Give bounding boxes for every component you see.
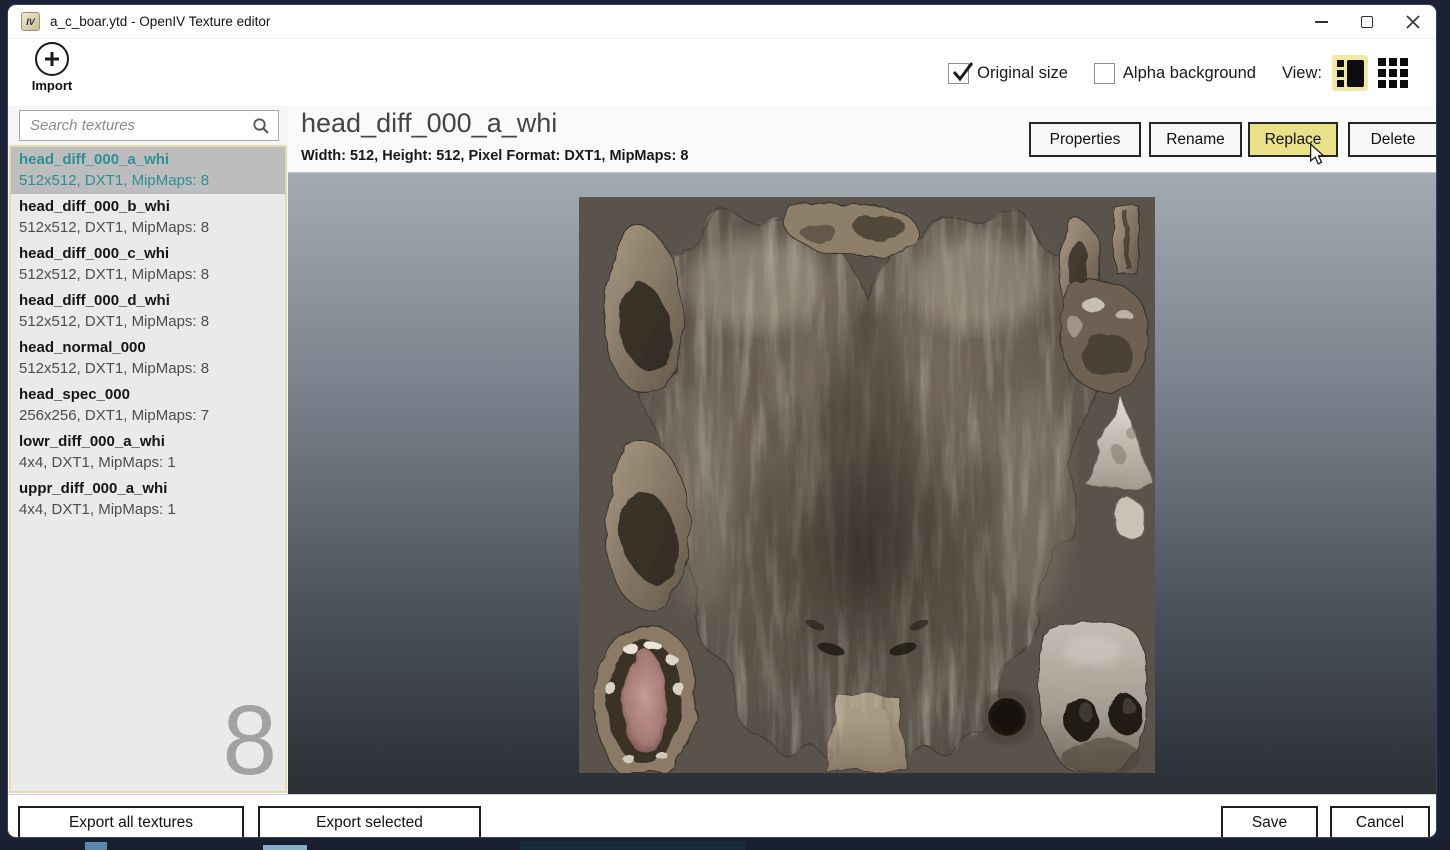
boar-hide-texture-image <box>579 197 1155 773</box>
properties-button[interactable]: Properties <box>1029 122 1141 157</box>
texture-list-item[interactable]: head_normal_000 512x512, DXT1, MipMaps: … <box>11 335 285 382</box>
texture-details: 512x512, DXT1, MipMaps: 8 <box>19 219 210 236</box>
view-details-button[interactable] <box>1332 55 1368 91</box>
toolbar-options: Original size Alpha background View: <box>948 55 1418 91</box>
background-window-fragment <box>85 842 107 850</box>
background-window-fragment <box>520 841 745 850</box>
texture-name: head_diff_000_c_whi <box>19 245 170 262</box>
texture-list: head_diff_000_a_whi 512x512, DXT1, MipMa… <box>9 145 287 793</box>
texture-list-item[interactable]: head_diff_000_c_whi 512x512, DXT1, MipMa… <box>11 241 285 288</box>
texture-count-badge: 8 <box>222 685 277 793</box>
background-window-strip <box>0 839 1450 850</box>
background-window-fragment <box>263 845 307 850</box>
texture-list-item[interactable]: head_diff_000_d_whi 512x512, DXT1, MipMa… <box>11 288 285 335</box>
checkmark-icon <box>952 61 974 81</box>
texture-details: 512x512, DXT1, MipMaps: 8 <box>19 172 210 189</box>
import-button[interactable]: Import <box>21 42 83 93</box>
footer-bar: Export all textures Export selected Save… <box>8 794 1436 837</box>
texture-list-item[interactable]: uppr_diff_000_a_whi 4x4, DXT1, MipMaps: … <box>11 476 285 523</box>
texture-name: head_normal_000 <box>19 339 146 356</box>
original-size-label: Original size <box>977 63 1068 82</box>
texture-details: 256x256, DXT1, MipMaps: 7 <box>19 407 210 424</box>
search-icon[interactable] <box>252 117 270 135</box>
texture-list-item[interactable]: lowr_diff_000_a_whi 4x4, DXT1, MipMaps: … <box>11 429 285 476</box>
openiv-app-icon: IV <box>21 12 40 31</box>
texture-name: head_diff_000_a_whi <box>19 151 170 168</box>
texture-details: 4x4, DXT1, MipMaps: 1 <box>19 454 176 471</box>
selected-texture-title: head_diff_000_a_whi <box>301 108 558 138</box>
texture-details: 512x512, DXT1, MipMaps: 8 <box>19 313 210 330</box>
texture-details: 4x4, DXT1, MipMaps: 1 <box>19 501 176 518</box>
texture-name: lowr_diff_000_a_whi <box>19 433 165 450</box>
toolbar: Import Original size Alpha background Vi… <box>8 39 1436 106</box>
close-button[interactable] <box>1390 5 1436 38</box>
export-selected-button[interactable]: Export selected <box>258 806 481 837</box>
close-icon <box>1406 14 1420 29</box>
view-grid-button[interactable] <box>1375 55 1411 91</box>
texture-list-item[interactable]: head_diff_000_b_whi 512x512, DXT1, MipMa… <box>11 194 285 241</box>
alpha-background-checkbox[interactable] <box>1093 62 1115 84</box>
view-label: View: <box>1281 63 1322 82</box>
sidebar: head_diff_000_a_whi 512x512, DXT1, MipMa… <box>8 106 288 794</box>
import-label: Import <box>31 78 73 93</box>
texture-name: head_spec_000 <box>19 386 130 403</box>
window-title: a_c_boar.ytd - OpenIV Texture editor <box>50 14 271 29</box>
texture-name: head_diff_000_b_whi <box>19 198 170 215</box>
selected-texture-info: Width: 512, Height: 512, Pixel Format: D… <box>301 148 689 164</box>
texture-details: 512x512, DXT1, MipMaps: 8 <box>19 360 210 377</box>
rename-button[interactable]: Rename <box>1149 122 1242 157</box>
texture-name: uppr_diff_000_a_whi <box>19 480 168 497</box>
texture-editor-window: IV a_c_boar.ytd - OpenIV Texture editor … <box>7 4 1437 838</box>
view-grid-icon <box>1378 58 1408 88</box>
export-all-button[interactable]: Export all textures <box>18 806 244 837</box>
delete-button[interactable]: Delete <box>1348 122 1436 157</box>
title-bar: IV a_c_boar.ytd - OpenIV Texture editor <box>8 5 1436 39</box>
texture-list-item[interactable]: head_spec_000 256x256, DXT1, MipMaps: 7 <box>11 382 285 429</box>
save-button[interactable]: Save <box>1221 806 1318 837</box>
view-details-icon <box>1336 59 1364 87</box>
maximize-button[interactable] <box>1344 5 1390 38</box>
search-box <box>19 110 279 141</box>
alpha-background-label: Alpha background <box>1122 63 1256 82</box>
minimize-button[interactable] <box>1298 5 1344 38</box>
cancel-button[interactable]: Cancel <box>1330 806 1430 837</box>
texture-preview-area <box>288 172 1436 794</box>
maximize-icon <box>1361 15 1373 28</box>
texture-list-item[interactable]: head_diff_000_a_whi 512x512, DXT1, MipMa… <box>11 147 285 194</box>
mouse-cursor <box>1309 143 1326 165</box>
search-input[interactable] <box>20 117 252 134</box>
minimize-icon <box>1314 20 1328 23</box>
main-header: head_diff_000_a_whi Width: 512, Height: … <box>288 106 1436 172</box>
import-plus-icon <box>35 42 69 76</box>
texture-name: head_diff_000_d_whi <box>19 292 170 309</box>
original-size-checkbox[interactable] <box>948 61 974 84</box>
texture-details: 512x512, DXT1, MipMaps: 8 <box>19 266 210 283</box>
